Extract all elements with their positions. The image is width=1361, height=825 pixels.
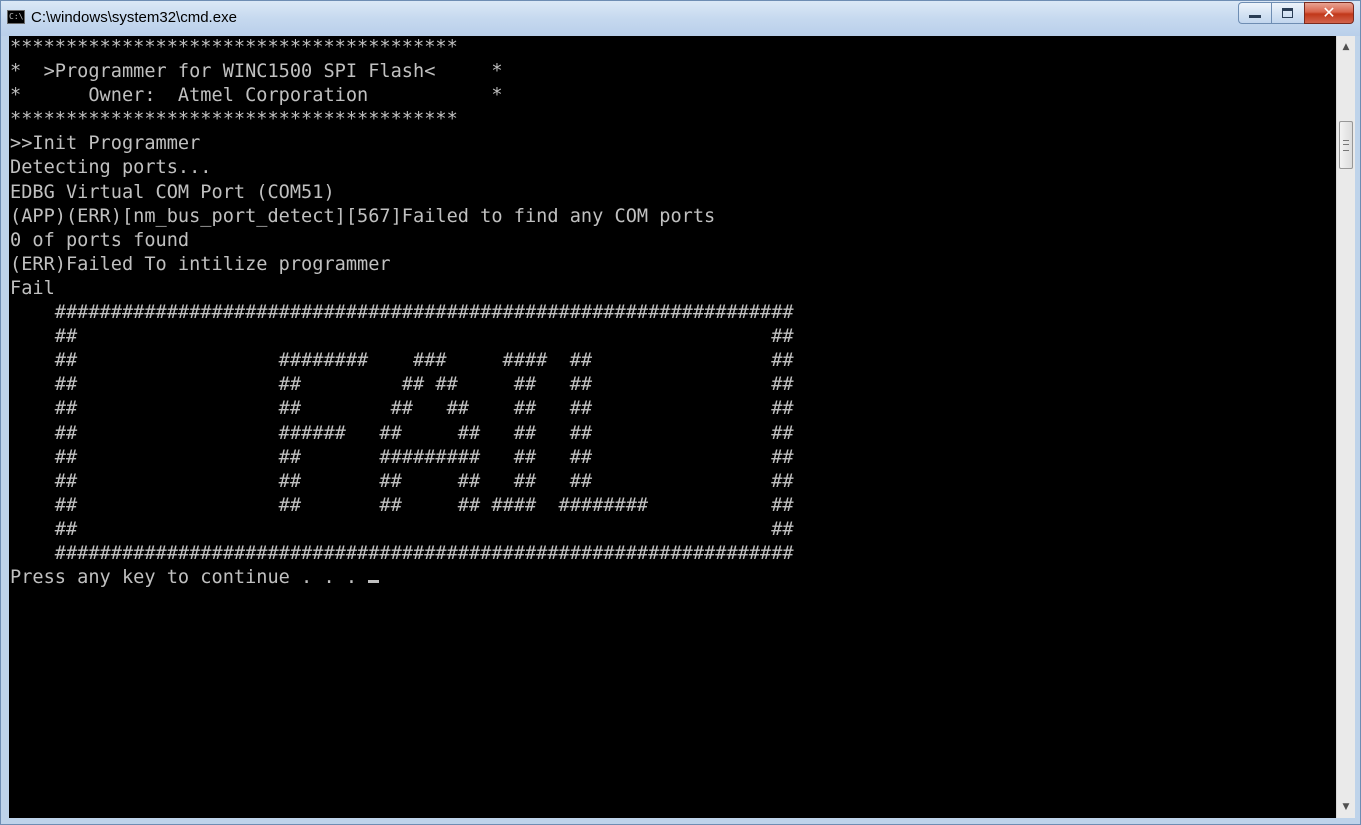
text-cursor	[368, 580, 380, 584]
console-output[interactable]: ****************************************…	[9, 36, 1336, 818]
console-line: (ERR)Failed To intilize programmer	[10, 253, 391, 275]
maximize-icon	[1282, 8, 1293, 18]
console-line: >>Init Programmer	[10, 133, 201, 155]
scroll-up-icon[interactable]: ▲	[1337, 38, 1355, 56]
close-icon: ✕	[1322, 3, 1336, 22]
cmd-app-icon[interactable]: C:\.	[7, 10, 25, 24]
console-line: Detecting ports...	[10, 157, 212, 179]
prompt-text: Press any key to continue . . .	[10, 567, 369, 589]
maximize-button[interactable]	[1271, 2, 1304, 24]
console-line: * >Programmer for WINC1500 SPI Flash< *	[10, 61, 503, 83]
console-line: ## ## ######### ## ## ##	[10, 446, 794, 468]
console-line: ## ## ## ## ## ## ##	[10, 374, 794, 396]
console-line: ****************************************	[10, 109, 458, 131]
scroll-down-icon[interactable]: ▼	[1337, 798, 1355, 816]
console-prompt-line: Press any key to continue . . .	[10, 566, 1336, 590]
minimize-button[interactable]	[1238, 2, 1271, 24]
console-line: ########################################…	[10, 302, 794, 324]
console-line: ## ## ## ## #### ######## ##	[10, 494, 794, 516]
close-button[interactable]: ✕	[1304, 2, 1354, 24]
cmd-window: C:\. C:\windows\system32\cmd.exe ✕ *****…	[0, 0, 1361, 825]
console-line: ########################################…	[10, 542, 794, 564]
console-text: ****************************************…	[9, 36, 1336, 590]
console-line: ## ######## ### #### ## ##	[10, 350, 794, 372]
console-line: (APP)(ERR)[nm_bus_port_detect][567]Faile…	[10, 205, 716, 227]
vertical-scrollbar[interactable]: ▲ ▼	[1336, 36, 1355, 818]
console-line: ## ##	[10, 518, 794, 540]
console-line: ## ## ## ## ## ## ##	[10, 398, 794, 420]
console-line: * Owner: Atmel Corporation *	[10, 85, 503, 107]
minimize-icon	[1249, 15, 1261, 18]
title-bar[interactable]: C:\. C:\windows\system32\cmd.exe ✕	[1, 1, 1360, 36]
console-line: ## ##	[10, 326, 794, 348]
window-title: C:\windows\system32\cmd.exe	[31, 9, 237, 26]
console-line: ****************************************	[10, 37, 458, 58]
console-line: EDBG Virtual COM Port (COM51)	[10, 181, 335, 203]
scroll-thumb[interactable]	[1339, 121, 1353, 169]
grip-icon	[1343, 140, 1349, 151]
console-line: ## ###### ## ## ## ## ##	[10, 422, 794, 444]
caption-buttons: ✕	[1238, 2, 1354, 24]
console-line: Fail	[10, 277, 55, 299]
console-line: ## ## ## ## ## ## ##	[10, 470, 794, 492]
console-line: 0 of ports found	[10, 229, 190, 251]
